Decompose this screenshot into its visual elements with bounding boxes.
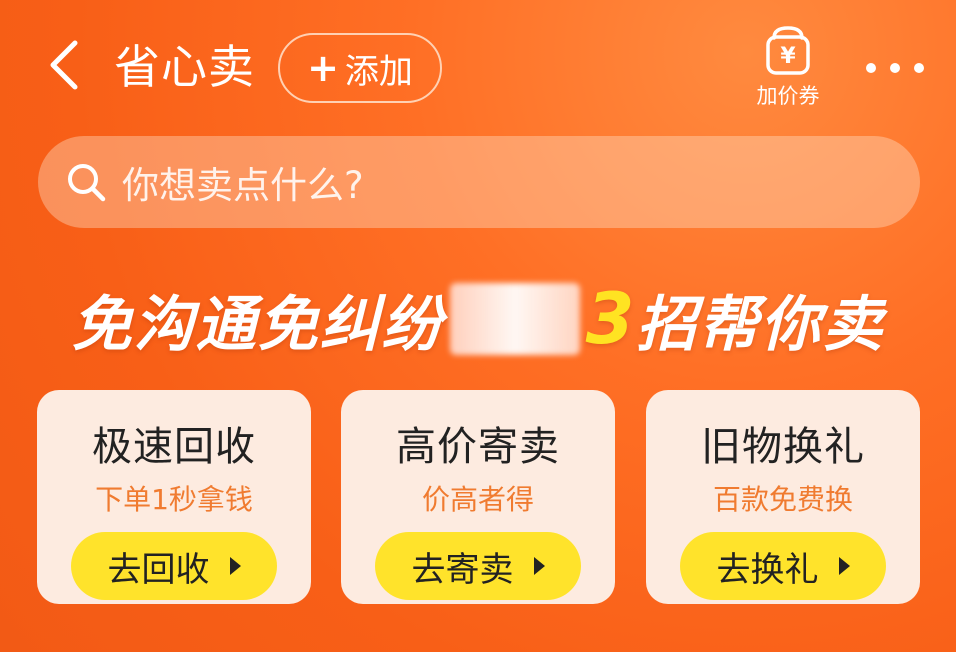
go-recycle-button[interactable]: 去回收 (71, 532, 277, 600)
price-boost-coupon-button[interactable]: ¥ 加价券 (752, 24, 824, 114)
coupon-bag-icon: ¥ (766, 26, 810, 75)
more-options-button[interactable] (866, 60, 924, 76)
chevron-left-icon (50, 40, 78, 90)
coupon-label: 加价券 (756, 84, 820, 108)
promo-headline: 免沟通免纠纷 3 招帮你卖 (0, 274, 956, 364)
more-dot-icon (890, 63, 900, 73)
add-button[interactable]: + 添加 (278, 33, 442, 103)
card-title: 高价寄卖 (396, 424, 560, 470)
card-title: 旧物换礼 (701, 424, 865, 470)
play-arrow-icon (533, 557, 545, 575)
card-quick-recycle[interactable]: 极速回收 下单1秒拿钱 去回收 (37, 390, 311, 604)
card-button-label: 去寄卖 (411, 549, 514, 590)
headline-text-2: 招帮你卖 (636, 289, 885, 360)
card-trade-in-gift[interactable]: 旧物换礼 百款免费换 去换礼 (646, 390, 920, 604)
add-button-label: 添加 (344, 51, 413, 92)
headline-text-1: 免沟通免纠纷 (71, 289, 444, 360)
card-subtitle: 下单1秒拿钱 (95, 483, 253, 516)
card-subtitle: 价高者得 (421, 483, 534, 516)
search-icon (68, 164, 106, 202)
blurred-logo (449, 283, 580, 355)
card-consignment[interactable]: 高价寄卖 价高者得 去寄卖 (341, 390, 615, 604)
go-exchange-button[interactable]: 去换礼 (680, 532, 886, 600)
card-button-label: 去回收 (107, 549, 210, 590)
svg-text:¥: ¥ (780, 44, 796, 69)
headline-number: 3 (585, 278, 637, 360)
play-arrow-icon (229, 557, 241, 575)
page-title: 省心卖 (114, 40, 255, 94)
card-button-label: 去换礼 (716, 549, 819, 590)
go-consign-button[interactable]: 去寄卖 (375, 532, 581, 600)
more-dot-icon (914, 63, 924, 73)
search-bar[interactable]: 你想卖点什么? (38, 136, 920, 228)
plus-icon: + (307, 46, 339, 90)
play-arrow-icon (838, 557, 850, 575)
card-subtitle: 百款免费换 (712, 483, 853, 516)
more-dot-icon (866, 63, 876, 73)
card-title: 极速回收 (92, 424, 256, 470)
search-placeholder: 你想卖点什么? (122, 164, 364, 207)
back-button[interactable] (40, 36, 88, 94)
